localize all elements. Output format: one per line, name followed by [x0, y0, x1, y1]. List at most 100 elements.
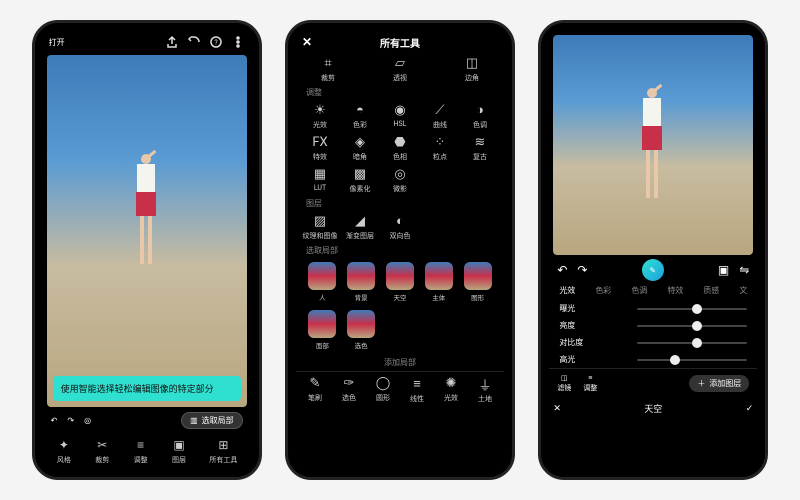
tool-light[interactable]: ☀光效	[302, 102, 338, 130]
tool-perspective[interactable]: ▱透视	[374, 55, 426, 83]
tool-miniature[interactable]: ◎微影	[382, 166, 418, 194]
tool-texture[interactable]: ▨纹理和图像	[302, 213, 338, 241]
tool-gradient[interactable]: ◢渐变图层	[342, 213, 378, 241]
filter-icon: ◫	[561, 374, 568, 382]
hue-icon: ⬣	[394, 134, 405, 150]
tool-radial[interactable]: ◯圆形	[366, 376, 400, 401]
tool-style[interactable]: ✦风格	[56, 437, 72, 465]
slider-track[interactable]	[637, 325, 747, 327]
tool-filter[interactable]: ◫滤镜	[557, 374, 571, 393]
compare-icon[interactable]: ▣	[718, 263, 729, 277]
retro-icon: ≋	[475, 134, 486, 150]
tool-adjust[interactable]: ≡调整	[133, 437, 149, 465]
subject-figure	[637, 88, 667, 208]
crop-icon: ⌗	[324, 55, 331, 71]
thumb-background[interactable]: 背景	[345, 262, 378, 302]
lut-icon: ▦	[314, 166, 326, 182]
tool-layers[interactable]: ▣图层	[171, 437, 187, 465]
thumb-subject[interactable]: 主体	[422, 262, 455, 302]
hint-tooltip: 使用智能选择轻松编辑图像的特定部分	[53, 376, 241, 401]
compare-icon[interactable]: ◎	[84, 416, 91, 425]
grain-icon: ⁘	[435, 134, 446, 150]
ground-icon: ⏚	[478, 376, 491, 392]
share-icon[interactable]	[165, 35, 179, 49]
crop-icon: ✂	[94, 437, 110, 453]
thumb-person[interactable]: 人	[306, 262, 339, 302]
more-icon[interactable]	[231, 35, 245, 49]
undo-icon[interactable]	[187, 35, 201, 49]
slider-brightness: 亮度	[549, 317, 757, 334]
thumb-sky[interactable]: 天空	[384, 262, 417, 302]
cancel-icon[interactable]: ✕	[553, 404, 561, 414]
duotone-icon: ◐	[396, 213, 404, 229]
slider-highlights: 高光	[549, 351, 757, 368]
redo-icon[interactable]: ↷	[67, 416, 74, 425]
brush-toggle[interactable]: ✎	[642, 259, 664, 281]
slider-track[interactable]	[637, 308, 747, 310]
tool-retro[interactable]: ≋复古	[462, 134, 498, 162]
tool-tone[interactable]: ◑色调	[462, 102, 498, 130]
tool-color[interactable]: ◓色彩	[342, 102, 378, 130]
tab-light[interactable]: 光效	[559, 285, 575, 296]
slider-track[interactable]	[637, 342, 747, 344]
section-select: 选取局部	[296, 243, 504, 258]
tool-lightfx[interactable]: ✺光效	[434, 376, 468, 401]
tool-ground[interactable]: ⏚土地	[468, 376, 502, 401]
section-adjust: 调整	[296, 85, 504, 100]
tool-fx[interactable]: FX特效	[302, 134, 338, 162]
tool-corner[interactable]: ◫边角	[446, 55, 498, 83]
screen: ✕ 所有工具 ⌗裁剪 ▱透视 ◫边角 调整 ☀光效 ◓色彩 ◉HSL ⟋曲线 ◑…	[296, 31, 504, 469]
tool-adjust[interactable]: ≡调整	[583, 374, 597, 393]
flip-icon[interactable]: ⇋	[739, 263, 749, 277]
bottom-toolbar: ✦风格 ✂裁剪 ≡调整 ▣图层 ⊞所有工具	[43, 431, 251, 469]
tab-fx[interactable]: 特效	[667, 285, 683, 296]
phone-adjust-panel: ↶ ↷ ✎ ▣ ⇋ 光效 色彩 色调 特效 质感 文 曝光 亮度 对比度 高光 …	[538, 20, 768, 480]
tool-brush[interactable]: ✎笔刷	[298, 376, 332, 401]
redo-icon[interactable]: ↷	[577, 263, 587, 277]
screen: ↶ ↷ ✎ ▣ ⇋ 光效 色彩 色调 特效 质感 文 曝光 亮度 对比度 高光 …	[549, 31, 757, 469]
undo-icon[interactable]: ↶	[557, 263, 567, 277]
pixel-icon: ▩	[354, 166, 366, 182]
tool-all[interactable]: ⊞所有工具	[209, 437, 237, 465]
add-layer-chip[interactable]: ＋ 添加图层	[689, 375, 749, 392]
sliders-icon: ≡	[588, 374, 592, 382]
undo-icon[interactable]: ↶	[51, 416, 58, 425]
thumb-colorpick[interactable]: 选色	[345, 310, 378, 350]
tool-crop[interactable]: ✂裁剪	[94, 437, 110, 465]
tool-picker[interactable]: ✑选色	[332, 376, 366, 401]
help-icon[interactable]: ?	[209, 35, 223, 49]
panel-title: 所有工具	[380, 35, 420, 50]
tool-duotone[interactable]: ◐双向色	[382, 213, 418, 241]
select-local-chip[interactable]: ▥ 选取局部	[181, 412, 243, 429]
tool-curves[interactable]: ⟋曲线	[422, 102, 458, 130]
tool-vignette[interactable]: ◈暗角	[342, 134, 378, 162]
basics-row: ⌗裁剪 ▱透视 ◫边角	[296, 53, 504, 85]
tab-texture[interactable]: 质感	[703, 285, 719, 296]
tool-crop[interactable]: ⌗裁剪	[302, 55, 354, 83]
open-button[interactable]: 打开	[49, 37, 65, 48]
tool-hue[interactable]: ⬣色相	[382, 134, 418, 162]
adjust-tabs: 光效 色彩 色调 特效 质感 文	[549, 281, 757, 300]
photo-canvas[interactable]	[553, 35, 753, 255]
layers-row: ▨纹理和图像 ◢渐变图层 ◐双向色	[296, 211, 504, 243]
confirm-icon[interactable]: ✓	[746, 404, 754, 414]
tool-pixelate[interactable]: ▩像素化	[342, 166, 378, 194]
tool-hsl[interactable]: ◉HSL	[382, 102, 418, 130]
tool-grain[interactable]: ⁘粒点	[422, 134, 458, 162]
slider-label: 高光	[559, 354, 575, 365]
slider-track[interactable]	[637, 359, 747, 361]
phone-all-tools: ✕ 所有工具 ⌗裁剪 ▱透视 ◫边角 调整 ☀光效 ◓色彩 ◉HSL ⟋曲线 ◑…	[285, 20, 515, 480]
thumb-face[interactable]: 面部	[306, 310, 339, 350]
tab-text[interactable]: 文	[739, 285, 747, 296]
sparkle-icon: ✦	[56, 437, 72, 453]
top-bar: 打开 ?	[43, 31, 251, 53]
linear-icon: ≡	[413, 376, 421, 392]
thumb-shape[interactable]: 图形	[461, 262, 494, 302]
tab-color[interactable]: 色彩	[595, 285, 611, 296]
close-icon[interactable]: ✕	[302, 35, 312, 49]
photo-canvas[interactable]: 使用智能选择轻松编辑图像的特定部分	[47, 55, 247, 407]
tab-tone[interactable]: 色调	[631, 285, 647, 296]
tool-lut[interactable]: ▦LUT	[302, 166, 338, 194]
svg-text:?: ?	[214, 39, 218, 47]
tool-linear[interactable]: ≡线性	[400, 376, 434, 401]
